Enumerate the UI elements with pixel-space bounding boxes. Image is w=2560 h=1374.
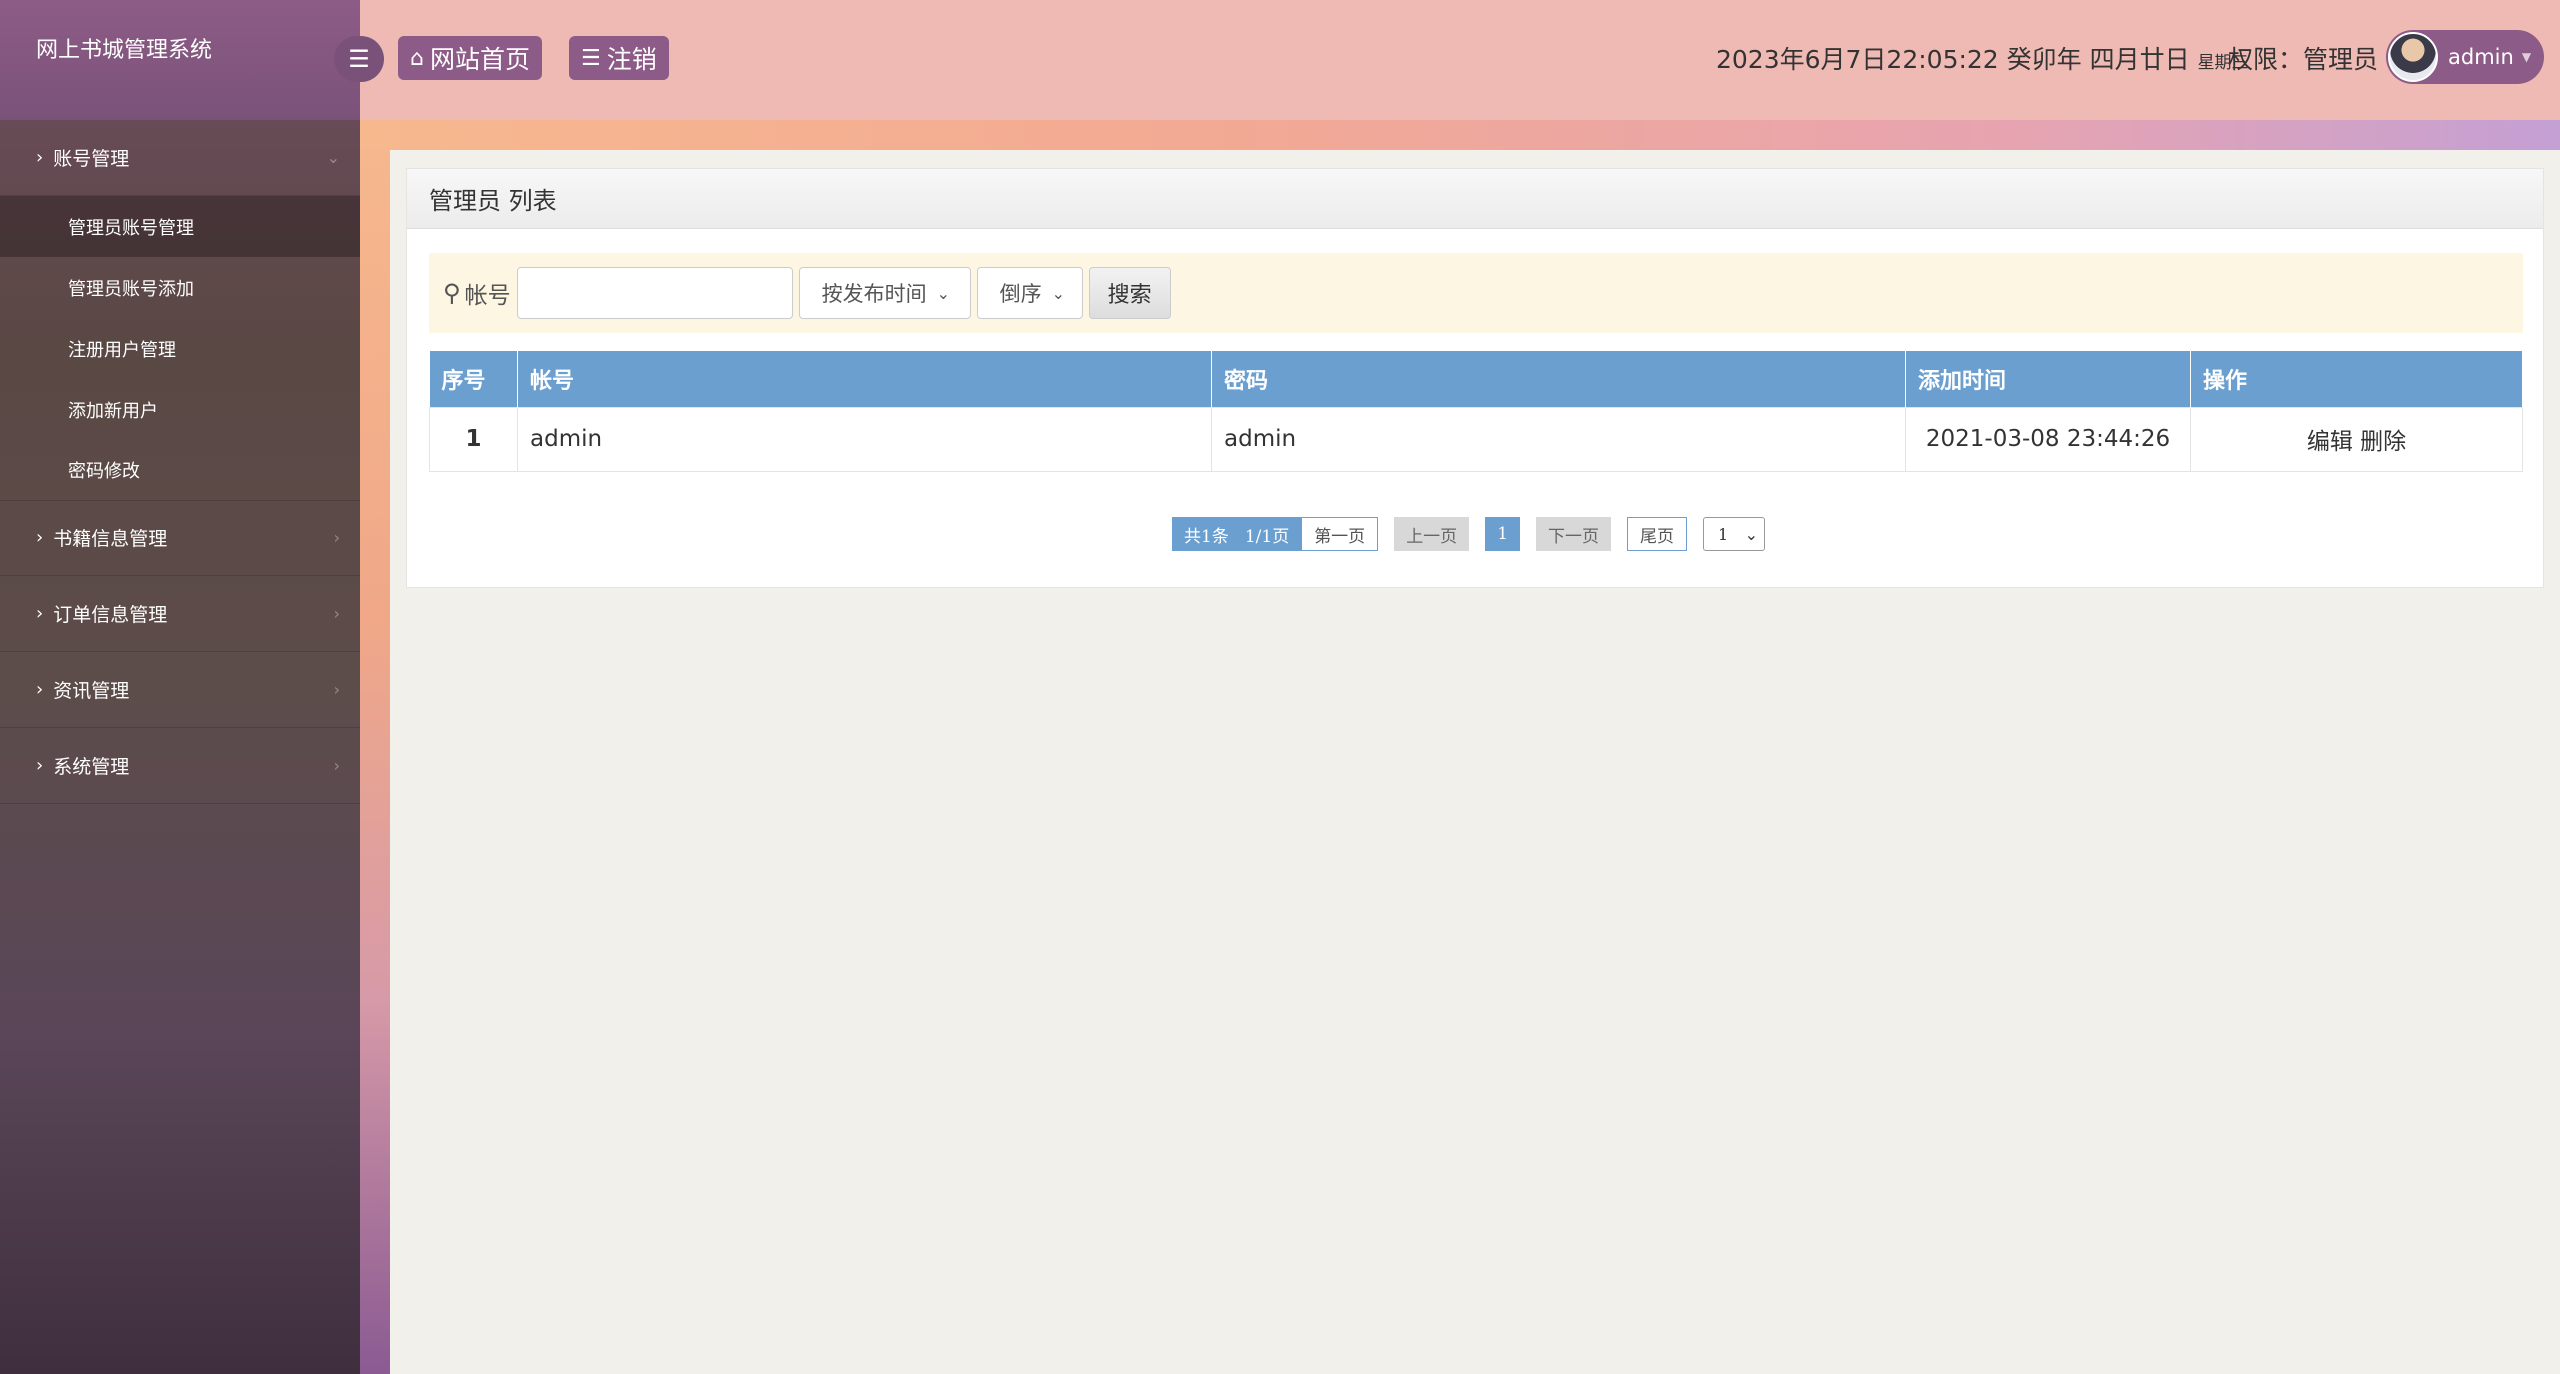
sidebar-subitem-user-manage[interactable]: 注册用户管理 [0, 318, 360, 379]
sort-order-select[interactable]: 倒序 ⌄ [976, 267, 1083, 319]
sidebar-item-label: 订单信息管理 [53, 604, 168, 626]
app-title: 网上书城管理系统 [36, 38, 213, 63]
sidebar-subitem-password[interactable]: 密码修改 [0, 440, 360, 501]
col-password: 密码 [1211, 351, 1906, 407]
row-actions: 编辑 删除 [2190, 406, 2523, 472]
chevron-right-icon: › [333, 756, 340, 775]
search-bar: ⚲ 帐号 按发布时间 ⌄ 倒序 ⌄ 搜索 [429, 253, 2523, 333]
admin-list-panel: 管理员 列表 ⚲ 帐号 按发布时间 ⌄ 倒序 ⌄ 搜索 序号 帐号 密码 添加时… [406, 168, 2544, 588]
sidebar-item-system[interactable]: › 系统管理 › [0, 728, 360, 804]
chevron-down-icon: ⌄ [326, 148, 340, 167]
search-field-label: 帐号 [464, 283, 511, 309]
home-label: 网站首页 [429, 45, 530, 74]
datetime-text: 2023年6月7日22:05:22 癸卯年 四月廿日 [1716, 45, 2190, 74]
chevron-right-icon: › [36, 527, 44, 548]
sort-field-select[interactable]: 按发布时间 ⌄ [798, 267, 971, 319]
topbar-accent [360, 120, 2560, 150]
sidebar-item-label: 系统管理 [53, 756, 130, 778]
last-page-button[interactable]: 尾页 [1627, 517, 1688, 551]
sidebar-item-label: 资讯管理 [53, 680, 130, 702]
sidebar-item-books[interactable]: › 书籍信息管理 › [0, 500, 360, 576]
pagination-total: 共1条 [1184, 526, 1229, 547]
search-icon: ⚲ [443, 279, 461, 307]
sidebar-group-books: › 书籍信息管理 › › 订单信息管理 › › 资讯管理 › › 系统管理 › [0, 500, 360, 804]
sidebar-subitem-admin-add[interactable]: 管理员账号添加 [0, 257, 360, 318]
logout-label: 注销 [606, 45, 657, 74]
page-jump-select[interactable]: 1 ⌄ [1703, 517, 1766, 551]
sort-field-value: 按发布时间 [821, 282, 927, 306]
sidebar-item-orders[interactable]: › 订单信息管理 › [0, 576, 360, 652]
sidebar-subitem-admin-manage[interactable]: 管理员账号管理 [0, 196, 360, 257]
table-header-row: 序号 帐号 密码 添加时间 操作 [429, 351, 2523, 407]
chevron-right-icon: › [333, 680, 340, 699]
col-index: 序号 [429, 351, 518, 407]
menu-toggle-button[interactable]: ☰ [334, 36, 384, 82]
row-account: admin [517, 406, 1212, 472]
search-button[interactable]: 搜索 [1088, 267, 1171, 319]
role-label: 权限：管理员 [2228, 45, 2379, 74]
sidebar-subitem-user-add[interactable]: 添加新用户 [0, 379, 360, 440]
sidebar-rail [360, 120, 390, 1374]
chevron-down-icon: ⌄ [1744, 524, 1759, 544]
page-jump-value: 1 [1718, 524, 1729, 544]
menu-icon: ☰ [348, 45, 370, 73]
col-time: 添加时间 [1905, 351, 2191, 407]
home-button[interactable]: ⌂ 网站首页 [398, 36, 542, 80]
sidebar-group-account: › 账号管理 ⌄ 管理员账号管理 管理员账号添加 注册用户管理 添加新用户 密码… [0, 120, 360, 501]
chevron-right-icon: › [36, 603, 44, 624]
avatar [2388, 32, 2438, 82]
chevron-right-icon: › [333, 528, 340, 547]
list-icon: ☰ [581, 45, 601, 71]
edit-link[interactable]: 编辑 [2307, 429, 2353, 455]
sidebar-item-news[interactable]: › 资讯管理 › [0, 652, 360, 728]
first-page-button[interactable]: 第一页 [1301, 517, 1379, 551]
chevron-right-icon: › [333, 604, 340, 623]
logout-button[interactable]: ☰ 注销 [569, 36, 669, 80]
chevron-down-icon: ⌄ [936, 283, 950, 303]
sidebar-item-account[interactable]: › 账号管理 ⌄ [0, 120, 360, 196]
datetime-display: 2023年6月7日22:05:22 癸卯年 四月廿日 星期三 [1716, 40, 2249, 76]
row-password: admin [1211, 406, 1906, 472]
chevron-right-icon: › [36, 147, 44, 168]
next-page-button[interactable]: 下一页 [1536, 517, 1612, 551]
row-time: 2021-03-08 23:44:26 [1905, 406, 2191, 472]
prev-page-button[interactable]: 上一页 [1394, 517, 1470, 551]
sidebar-item-label: 书籍信息管理 [53, 528, 168, 550]
username: admin [2448, 45, 2514, 69]
col-actions: 操作 [2190, 351, 2523, 407]
user-menu[interactable]: admin ▼ [2386, 30, 2544, 84]
col-account: 帐号 [517, 351, 1212, 407]
row-index: 1 [429, 406, 518, 472]
panel-title: 管理员 列表 [407, 169, 2543, 229]
pagination: 共1条 1/1页 第一页 上一页 1 下一页 尾页 1 ⌄ [1172, 517, 1766, 551]
sidebar-item-label: 账号管理 [53, 148, 130, 170]
account-search-input[interactable] [516, 267, 793, 319]
delete-link[interactable]: 删除 [2360, 429, 2406, 455]
chevron-right-icon: › [36, 679, 44, 700]
pagination-info: 共1条 1/1页 [1172, 517, 1302, 551]
sort-order-value: 倒序 [999, 282, 1042, 306]
search-label: ⚲ 帐号 [443, 276, 511, 310]
home-icon: ⌂ [410, 45, 424, 71]
current-page-button[interactable]: 1 [1485, 517, 1521, 551]
brand: 网上书城管理系统 [0, 0, 360, 120]
table-row: 1 admin admin 2021-03-08 23:44:26 编辑 删除 [429, 406, 2523, 472]
chevron-down-icon: ⌄ [1051, 283, 1065, 303]
chevron-right-icon: › [36, 755, 44, 776]
pagination-pages: 1/1页 [1244, 526, 1290, 547]
caret-down-icon: ▼ [2521, 50, 2532, 64]
admin-table: 序号 帐号 密码 添加时间 操作 1 admin admin 2021-03-0… [429, 351, 2523, 472]
